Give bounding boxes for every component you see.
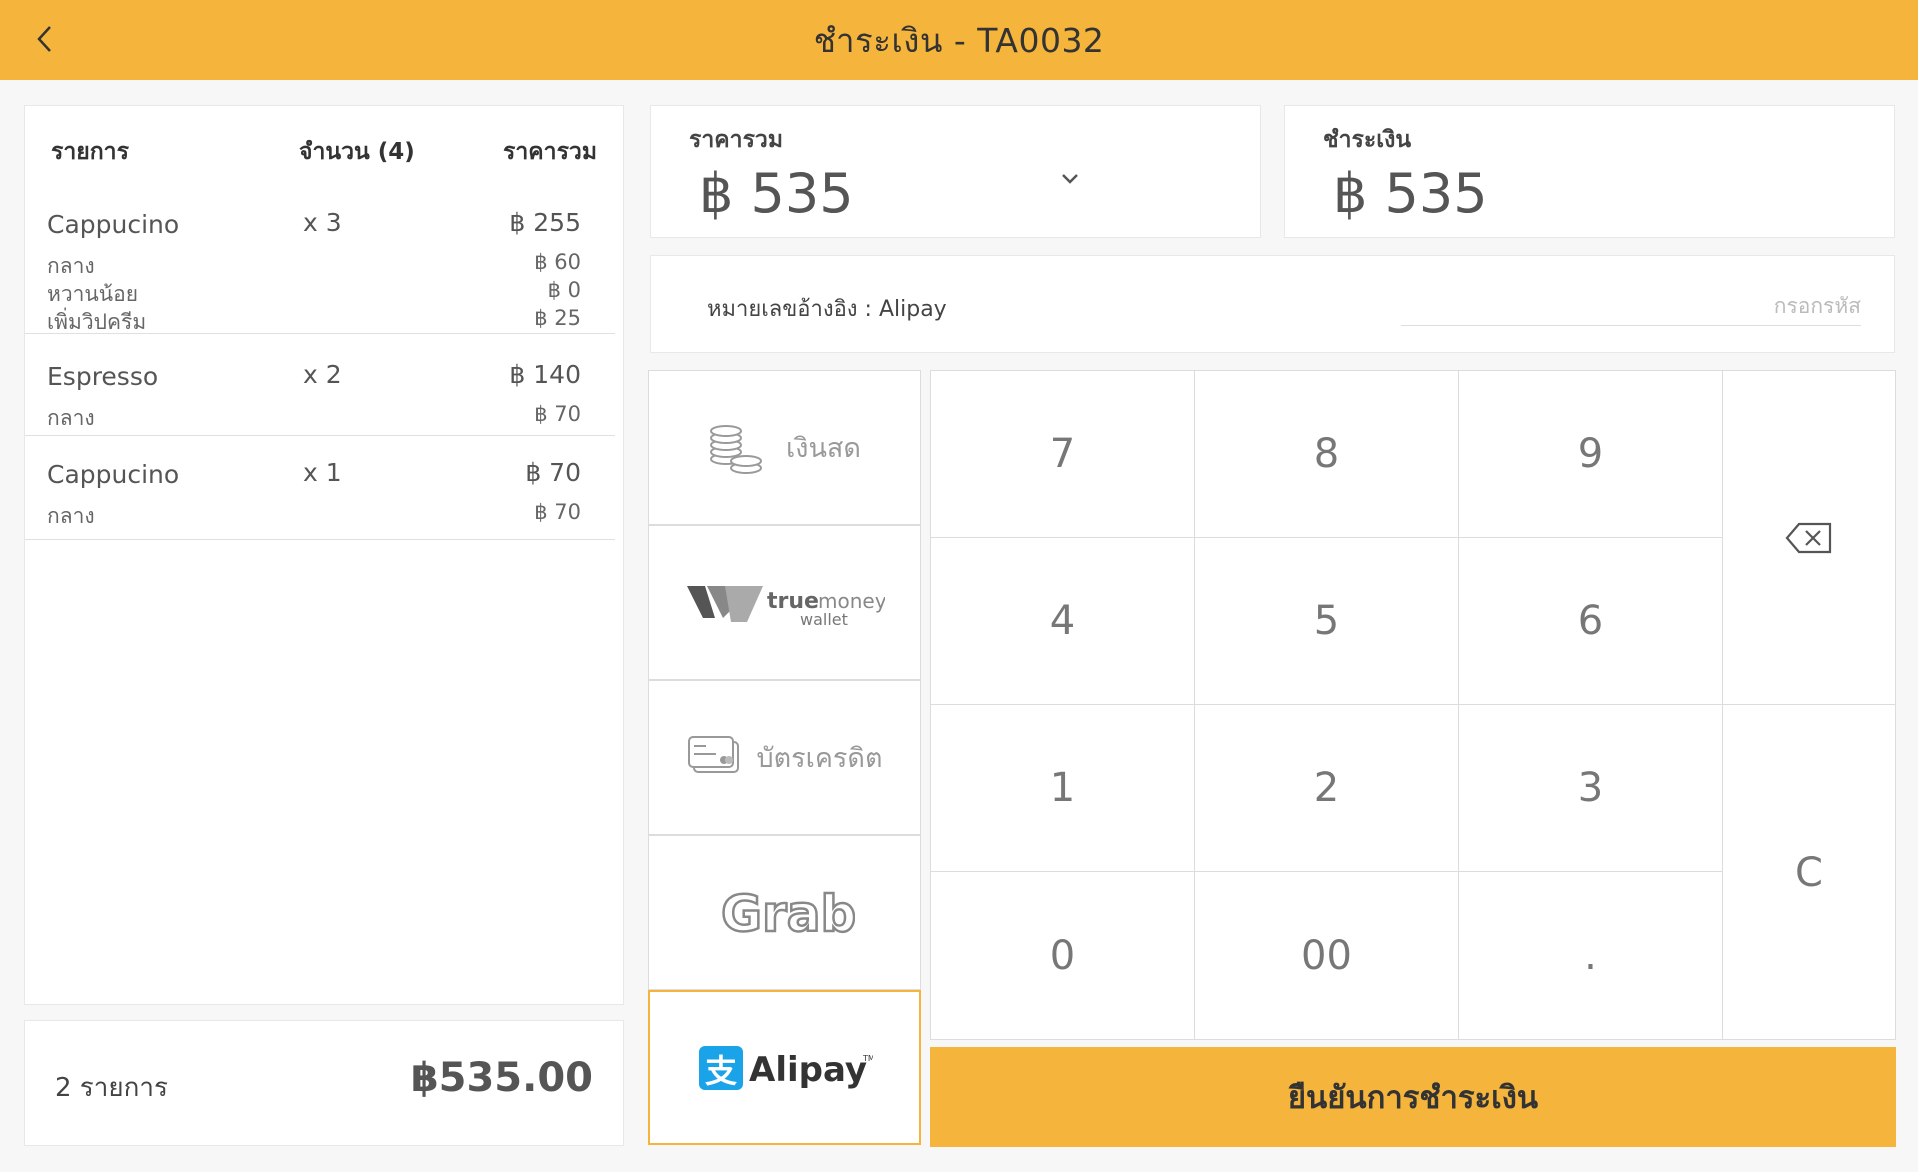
backspace-icon [1785, 522, 1832, 553]
svg-text:Grab: Grab [721, 885, 855, 941]
total-price-value: ฿ 535 [699, 162, 854, 225]
item-qty: x 3 [303, 208, 342, 237]
order-list: รายการ จำนวน (4) ราคารวม Cappucino x 3 ฿… [24, 105, 624, 1005]
column-header-qty: จำนวน (4) [299, 139, 415, 165]
page-title: ชำระเงิน - TA0032 [813, 20, 1105, 60]
payment-method-truemoney[interactable]: true money wallet [648, 525, 921, 680]
payment-amount-value: ฿ 535 [1333, 162, 1488, 225]
item-price: ฿ 255 [509, 208, 581, 237]
total-price-label: ราคารวม [689, 127, 783, 153]
payment-method-credit-card[interactable]: บัตรเครดิต [648, 680, 921, 835]
modifier-price: ฿ 70 [534, 402, 581, 426]
back-button[interactable] [20, 14, 70, 64]
reference-card: หมายเลขอ้างอิง : Alipay [650, 255, 1895, 353]
order-list-header: รายการ จำนวน (4) ราคารวม [51, 134, 597, 174]
confirm-payment-button[interactable]: ยืนยันการชำระเงิน [930, 1047, 1896, 1147]
key-7[interactable]: 7 [931, 371, 1195, 538]
grand-total: ฿535.00 [410, 1055, 593, 1101]
payment-method-cash[interactable]: เงินสด [648, 370, 921, 525]
item-qty: x 2 [303, 360, 342, 389]
key-0[interactable]: 0 [931, 872, 1195, 1040]
item-name: Espresso [47, 362, 159, 391]
truemoney-logo: true money wallet [686, 585, 885, 628]
svg-text:支: 支 [705, 1052, 737, 1090]
column-header-total: ราคารวม [503, 139, 597, 165]
order-summary: 2 รายการ ฿535.00 [24, 1020, 624, 1146]
key-4[interactable]: 4 [931, 538, 1195, 705]
payment-method-alipay[interactable]: 支 Alipay TM [648, 990, 921, 1145]
order-row[interactable]: Cappucino x 3 ฿ 255 กลาง ฿ 60 หวานน้อย ฿… [25, 204, 615, 334]
svg-text:wallet: wallet [800, 610, 848, 628]
key-6[interactable]: 6 [1459, 538, 1723, 705]
item-name: Cappucino [47, 210, 180, 239]
column-header-item: รายการ [51, 139, 129, 165]
item-price: ฿ 70 [525, 458, 581, 487]
payment-method-label: เงินสด [786, 433, 861, 464]
reference-code-input[interactable] [1401, 286, 1861, 326]
payment-amount-card: ชำระเงิน ฿ 535 [1284, 105, 1895, 238]
key-5[interactable]: 5 [1195, 538, 1459, 705]
payment-amount-label: ชำระเงิน [1323, 127, 1412, 153]
key-1[interactable]: 1 [931, 705, 1195, 872]
chevron-left-icon [37, 26, 51, 52]
modifier-name: กลาง [47, 406, 95, 430]
modifier-name: เพิ่มวิปครีม [47, 310, 147, 334]
svg-text:Alipay: Alipay [749, 1050, 867, 1090]
reference-label: หมายเลขอ้างอิง : Alipay [707, 297, 947, 322]
clear-button[interactable]: C [1723, 705, 1895, 1040]
payment-methods: เงินสด true money wallet บัตรเครดิต Grab [648, 370, 921, 1146]
payment-method-label: บัตรเครดิต [756, 743, 883, 774]
backspace-button[interactable] [1723, 371, 1895, 705]
coins-icon [710, 424, 763, 474]
order-row[interactable]: Cappucino x 1 ฿ 70 กลาง ฿ 70 [25, 442, 615, 540]
item-qty: x 1 [303, 458, 342, 487]
modifier-price: ฿ 60 [534, 250, 581, 274]
modifier-name: กลาง [47, 504, 95, 528]
order-row[interactable]: Espresso x 2 ฿ 140 กลาง ฿ 70 [25, 344, 615, 436]
number-keypad: 7 8 9 4 5 6 1 2 3 0 00 . C [930, 370, 1896, 1040]
key-8[interactable]: 8 [1195, 371, 1459, 538]
modifier-price: ฿ 25 [534, 306, 581, 330]
modifier-price: ฿ 70 [534, 500, 581, 524]
chevron-down-icon[interactable] [1060, 172, 1080, 186]
alipay-logo: 支 Alipay TM [698, 1045, 873, 1090]
item-price: ฿ 140 [509, 360, 581, 389]
key-decimal[interactable]: . [1459, 872, 1723, 1040]
credit-card-icon [688, 735, 740, 773]
key-3[interactable]: 3 [1459, 705, 1723, 872]
svg-text:TM: TM [862, 1054, 873, 1063]
key-9[interactable]: 9 [1459, 371, 1723, 538]
grab-logo: Grab [719, 885, 855, 941]
key-2[interactable]: 2 [1195, 705, 1459, 872]
item-count: 2 รายการ [55, 1073, 168, 1103]
item-name: Cappucino [47, 460, 180, 489]
key-00[interactable]: 00 [1195, 872, 1459, 1040]
header-bar: ชำระเงิน - TA0032 [0, 0, 1918, 80]
total-price-card[interactable]: ราคารวม ฿ 535 [650, 105, 1261, 238]
payment-method-grab[interactable]: Grab [648, 835, 921, 990]
modifier-price: ฿ 0 [547, 278, 581, 302]
